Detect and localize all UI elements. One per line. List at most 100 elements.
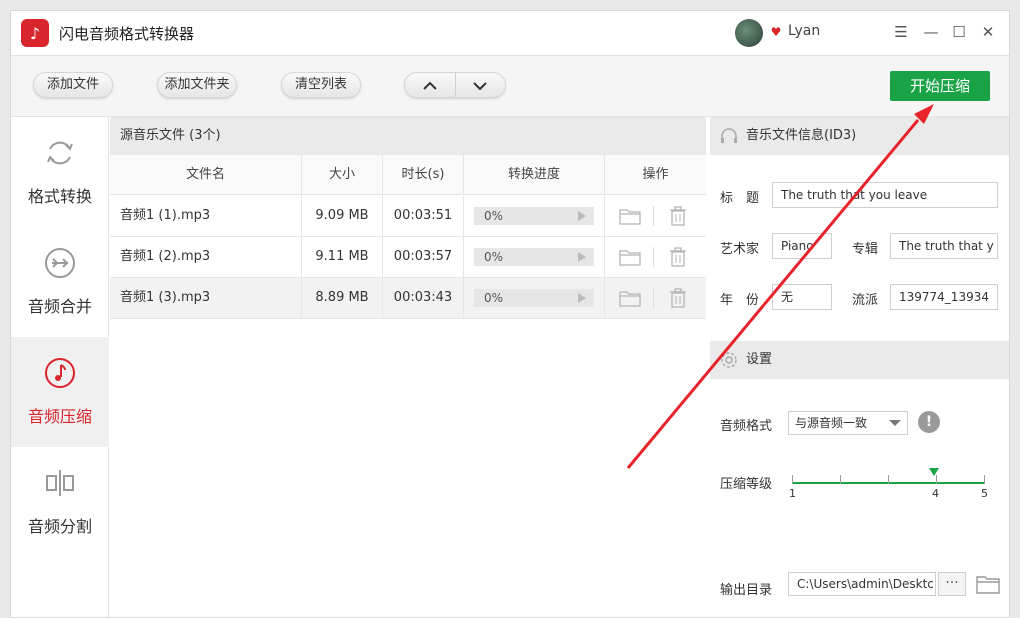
title-label: 标 题 (720, 191, 760, 206)
sidebar-item-audio-split[interactable]: 音频分割 (11, 447, 109, 557)
reorder-buttons (404, 72, 506, 98)
progress-bar: 0% (474, 207, 594, 225)
folder-icon[interactable] (619, 247, 641, 267)
table-row[interactable]: 音频1 (2).mp3 9.11 MB 00:03:57 0% (110, 237, 706, 278)
sidebar-item-label: 格式转换 (27, 187, 92, 206)
level-current-label: 4 (932, 487, 939, 500)
sidebar-item-audio-compress[interactable]: 音频压缩 (11, 337, 109, 447)
sidebar-item-label: 音频分割 (27, 517, 92, 536)
merge-icon (45, 248, 75, 278)
headphones-icon (721, 128, 737, 143)
right-panel: 音乐文件信息(ID3) 标 题 The truth that you leave… (710, 117, 1009, 617)
trash-icon[interactable] (667, 247, 689, 267)
column-header-size[interactable]: 大小 (302, 155, 383, 195)
file-duration: 00:03:51 (383, 196, 464, 236)
slider-tick (888, 475, 889, 484)
format-select-value: 与源音频一致 (795, 416, 868, 430)
progress-bar: 0% (474, 289, 594, 307)
artist-label: 艺术家 (720, 242, 760, 257)
level-min-label: 1 (789, 487, 796, 500)
file-name: 音频1 (3).mp3 (110, 278, 302, 318)
actions-cell (605, 278, 706, 318)
title-field[interactable]: The truth that you leave (772, 182, 998, 208)
close-icon[interactable]: ✕ (977, 21, 999, 43)
play-icon[interactable] (578, 252, 586, 262)
output-label: 输出目录 (720, 583, 773, 598)
settings-section-header: 设置 (710, 341, 1009, 379)
table-row[interactable]: 音频1 (1).mp3 9.09 MB 00:03:51 0% (110, 196, 706, 237)
sidebar-item-format-convert[interactable]: 格式转换 (11, 117, 109, 227)
table-row[interactable]: 音频1 (3).mp3 8.89 MB 00:03:43 0% (110, 278, 706, 319)
file-duration: 00:03:43 (383, 278, 464, 318)
settings-section-title: 设置 (746, 352, 773, 367)
music-note-icon (45, 358, 75, 388)
format-select[interactable]: 与源音频一致 (788, 411, 908, 435)
file-size: 8.89 MB (302, 278, 383, 318)
minimize-icon[interactable]: — (920, 21, 942, 43)
start-compress-button[interactable]: 开始压缩 (890, 71, 990, 101)
menu-icon[interactable]: ☰ (890, 21, 912, 43)
file-name: 音频1 (2).mp3 (110, 237, 302, 277)
level-slider-thumb[interactable] (929, 468, 939, 476)
file-name: 音频1 (1).mp3 (110, 196, 302, 236)
sidebar-item-label: 音频压缩 (27, 407, 92, 426)
trash-icon[interactable] (667, 288, 689, 308)
actions-cell (605, 196, 706, 236)
slider-tick (840, 475, 841, 484)
genre-field[interactable]: 139774_13934 (890, 284, 998, 310)
add-file-button[interactable]: 添加文件 (33, 72, 113, 98)
sidebar-item-label: 音频合并 (27, 297, 92, 316)
move-down-button[interactable] (456, 73, 506, 97)
progress-cell: 0% (464, 278, 605, 318)
play-icon[interactable] (578, 211, 586, 221)
column-header-duration[interactable]: 时长(s) (383, 155, 464, 195)
file-size: 9.11 MB (302, 237, 383, 277)
vip-badge-icon: ♥ (770, 25, 782, 39)
trash-icon[interactable] (667, 206, 689, 226)
move-up-button[interactable] (405, 73, 456, 97)
year-label: 年 份 (720, 293, 760, 308)
sidebar-item-audio-merge[interactable]: 音频合并 (11, 227, 109, 337)
chevron-up-icon (423, 81, 437, 90)
title-bar: ♪ 闪电音频格式转换器 ♥ Lyan ☰ — ☐ ✕ (11, 11, 1009, 55)
year-field[interactable]: 无 (772, 284, 832, 310)
album-field[interactable]: The truth that y (890, 233, 998, 259)
level-max-label: 5 (981, 487, 988, 500)
artist-field[interactable]: Piano (772, 233, 832, 259)
album-label: 专辑 (852, 242, 879, 257)
progress-text: 0% (484, 250, 504, 264)
folder-icon[interactable] (619, 288, 641, 308)
file-list-title: 源音乐文件 (3个) (110, 117, 706, 155)
maximize-icon[interactable]: ☐ (948, 21, 970, 43)
genre-label: 流派 (852, 293, 879, 308)
app-window: ♪ 闪电音频格式转换器 ♥ Lyan ☰ — ☐ ✕ 添加文件 添加文件夹 清空… (10, 10, 1010, 618)
column-header-name[interactable]: 文件名 (110, 155, 302, 195)
add-folder-button[interactable]: 添加文件夹 (157, 72, 237, 98)
file-size: 9.09 MB (302, 196, 383, 236)
actions-cell (605, 237, 706, 277)
sidebar: 格式转换 音频合并 音频压缩 音频分割 (11, 117, 109, 617)
info-warning-icon[interactable]: ! (918, 411, 940, 433)
divider (653, 288, 654, 308)
avatar[interactable] (735, 19, 763, 47)
progress-text: 0% (484, 291, 504, 305)
divider (653, 206, 654, 226)
divider (653, 247, 654, 267)
output-path-field[interactable]: C:\Users\admin\Desktc (788, 572, 936, 596)
toolbar: 添加文件 添加文件夹 清空列表 开始压缩 (11, 55, 1009, 117)
browse-more-button[interactable]: ··· (938, 572, 966, 596)
gear-icon (721, 352, 737, 368)
user-name[interactable]: Lyan (788, 23, 820, 39)
folder-icon[interactable] (976, 573, 1000, 595)
slider-tick (984, 475, 985, 484)
folder-icon[interactable] (619, 206, 641, 226)
app-logo-icon: ♪ (21, 19, 49, 47)
column-header-actions: 操作 (605, 155, 706, 195)
progress-bar: 0% (474, 248, 594, 266)
format-label: 音频格式 (720, 419, 773, 434)
play-icon[interactable] (578, 293, 586, 303)
slider-tick (936, 475, 937, 484)
file-duration: 00:03:57 (383, 237, 464, 277)
clear-list-button[interactable]: 清空列表 (281, 72, 361, 98)
id3-section-title: 音乐文件信息(ID3) (746, 128, 857, 143)
